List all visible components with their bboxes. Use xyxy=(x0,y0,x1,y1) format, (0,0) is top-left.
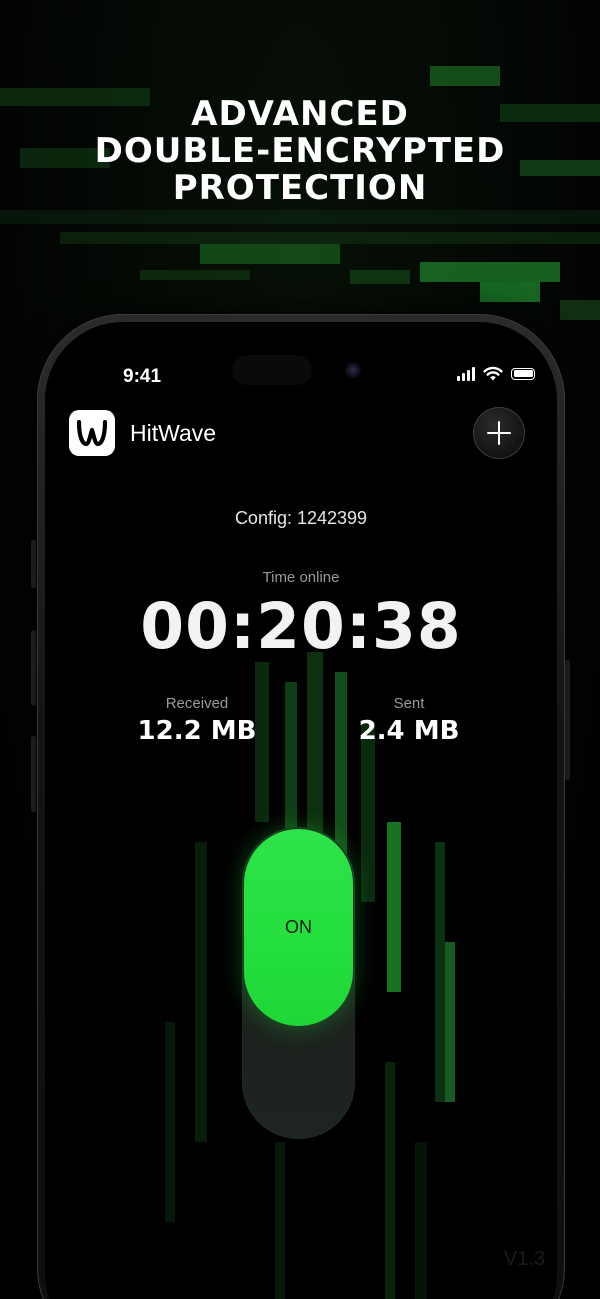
phone-volume-up-button xyxy=(31,630,36,706)
phone-volume-down-button xyxy=(31,736,36,812)
cellular-signal-icon xyxy=(457,366,475,381)
version-label: V1.3 xyxy=(503,1248,545,1270)
status-time: 9:41 xyxy=(123,366,162,387)
vpn-toggle-knob[interactable]: ON xyxy=(244,829,353,1026)
app-name: HitWave xyxy=(130,420,217,446)
config-label: Config: 1242399 xyxy=(234,508,368,528)
sent-label: Sent xyxy=(393,695,425,712)
phone-power-button xyxy=(565,660,570,780)
headline-line-1: ADVANCED xyxy=(191,94,409,134)
promo-screen: ADVANCED DOUBLE-ENCRYPTED PROTECTION 9:4… xyxy=(0,0,600,1299)
status-icons xyxy=(457,366,535,381)
phone-action-button xyxy=(31,540,36,588)
headline-line-3: PROTECTION xyxy=(172,168,428,208)
vpn-toggle-label: ON xyxy=(285,917,312,937)
wifi-icon xyxy=(483,366,503,381)
vpn-toggle[interactable]: ON xyxy=(242,827,355,1139)
phone-frame: 9:41 HitWave Config: 1242399 Time online… xyxy=(37,314,565,1299)
wave-logo-icon xyxy=(69,410,115,456)
add-config-button[interactable] xyxy=(473,407,525,459)
headline-line-2: DOUBLE-ENCRYPTED xyxy=(94,131,506,171)
phone-screen: 9:41 HitWave Config: 1242399 Time online… xyxy=(45,322,557,1299)
sent-value: 2.4 MB xyxy=(358,716,460,746)
received-value: 12.2 MB xyxy=(137,716,257,746)
headline: ADVANCED DOUBLE-ENCRYPTED PROTECTION xyxy=(0,96,600,207)
plus-icon xyxy=(487,421,511,445)
green-stream-background xyxy=(45,322,557,1299)
received-label: Received xyxy=(165,695,229,712)
time-online-label: Time online xyxy=(262,569,340,586)
battery-icon xyxy=(511,367,535,380)
time-online-value: 00:20:38 xyxy=(140,590,462,663)
dynamic-island xyxy=(232,355,312,385)
camera-icon xyxy=(345,362,361,378)
